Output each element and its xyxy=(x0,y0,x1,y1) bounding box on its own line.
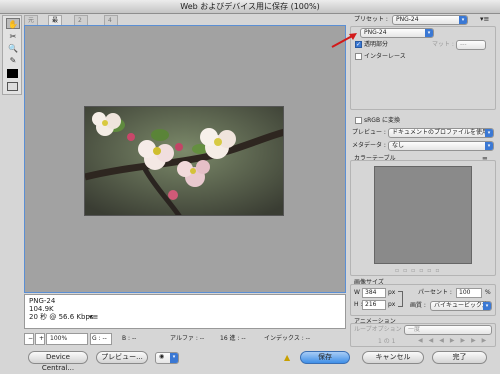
flower-photo xyxy=(85,107,283,215)
done-button[interactable]: 完了 xyxy=(432,351,487,364)
file-format-value: PNG-24 xyxy=(364,29,387,36)
percent-label: パーセント : xyxy=(418,289,452,296)
preview-profile-label: プレビュー : xyxy=(352,129,386,136)
loop-options-label: ループオプション : xyxy=(354,326,406,333)
info-file-size: 104.9K xyxy=(29,305,54,313)
preview-profile-select[interactable]: ドキュメントのプロファイルを使用 ▾ xyxy=(388,128,494,138)
metadata-value: なし xyxy=(392,142,405,149)
cancel-button[interactable]: キャンセル xyxy=(362,351,424,364)
percent-input[interactable]: 100 xyxy=(456,288,482,298)
color-table-grid[interactable] xyxy=(374,166,472,264)
eyedropper-color-swatch[interactable] xyxy=(7,69,18,78)
toolbox: ✋ ✂ 🔍 ✎ xyxy=(2,15,22,95)
readout-b: B : -- xyxy=(122,335,137,342)
preset-select[interactable]: PNG-24 ▾ xyxy=(392,15,468,25)
quality-select[interactable]: バイキュービック法 ▾ xyxy=(430,301,492,311)
preset-label: プリセット : xyxy=(354,16,388,23)
eyedropper-tool-icon[interactable]: ✎ xyxy=(6,55,20,66)
tab-original[interactable]: 元画像 xyxy=(24,15,39,44)
transparency-label: 透明部分 xyxy=(364,41,389,48)
optimize-menu-icon[interactable]: ▾≡ xyxy=(480,15,489,23)
zoom-level[interactable]: 100% xyxy=(46,333,88,345)
readout-hex: 16 進 : -- xyxy=(220,335,246,342)
browser-select[interactable]: ◉ ▾ xyxy=(155,352,179,364)
transparency-checkbox[interactable]: ✓ xyxy=(355,41,362,48)
interlace-checkbox[interactable] xyxy=(355,53,362,60)
settings-group xyxy=(350,26,496,110)
info-download-time: 20 秒 @ 56.6 Kbps xyxy=(29,313,94,321)
preview-image xyxy=(84,106,284,216)
loop-options-value: 一度 xyxy=(408,326,421,333)
height-input[interactable]: 216 xyxy=(362,300,386,310)
width-input[interactable]: 384 xyxy=(362,288,386,298)
readout-alpha: アルファ : -- xyxy=(170,335,205,342)
preset-value: PNG-24 xyxy=(396,16,419,23)
tab-4-up[interactable]: 4 アップ xyxy=(104,15,118,54)
zoom-in-button[interactable]: + xyxy=(35,333,45,345)
browser-icon: ◉ xyxy=(159,353,165,360)
optimization-info: PNG-24 104.9K 20 秒 @ 56.6 Kbps ▾≡ xyxy=(24,294,346,329)
toggle-slices-visibility-icon[interactable] xyxy=(7,82,18,91)
zoom-tool-icon[interactable]: 🔍 xyxy=(6,43,20,54)
interlace-label: インターレース xyxy=(364,53,406,60)
srgb-label: sRGB に変換 xyxy=(364,117,400,124)
window-title: Web およびデバイス用に保存 (100%) xyxy=(0,0,500,14)
info-menu-icon[interactable]: ▾≡ xyxy=(89,313,98,321)
metadata-label: メタデータ : xyxy=(352,142,386,149)
percent-unit: % xyxy=(485,289,491,296)
frame-counter: 1 の 1 xyxy=(378,338,396,345)
animation-playback-controls[interactable]: ◀◀◀▶▶▶▶ xyxy=(418,337,492,344)
hand-tool-icon[interactable]: ✋ xyxy=(6,18,20,29)
tab-2-up[interactable]: 2 アップ xyxy=(74,15,88,54)
preview-button[interactable]: プレビュー... xyxy=(96,351,148,364)
quality-label: 画質 : xyxy=(410,302,426,309)
readout-index: インデックス : -- xyxy=(264,335,310,342)
slice-select-tool-icon[interactable]: ✂ xyxy=(6,31,20,42)
constrain-proportions-link-icon[interactable] xyxy=(398,291,403,307)
status-bar: − + 100% G : -- B : -- アルファ : -- 16 進 : … xyxy=(24,333,346,346)
color-table-actions[interactable]: ▫▫▫▫▫▫ xyxy=(395,267,475,275)
matte-label: マット : xyxy=(432,41,454,48)
quality-value: バイキュービック法 xyxy=(434,302,489,309)
warning-icon: ▲ xyxy=(284,353,291,362)
preview-profile-value: ドキュメントのプロファイルを使用 xyxy=(392,129,489,136)
tab-optimized[interactable]: 最適化 xyxy=(48,15,63,44)
file-format-select[interactable]: PNG-24 ▾ xyxy=(360,28,434,38)
height-unit: px xyxy=(388,301,396,308)
readout-g: G : -- xyxy=(92,335,107,342)
zoom-out-button[interactable]: − xyxy=(24,333,34,345)
save-button[interactable]: 保存 xyxy=(300,351,350,364)
srgb-checkbox[interactable] xyxy=(355,117,362,124)
metadata-select[interactable]: なし ▾ xyxy=(388,141,494,151)
device-central-button[interactable]: Device Central... xyxy=(28,351,88,372)
info-format: PNG-24 xyxy=(29,297,56,305)
matte-select[interactable]: --- xyxy=(456,40,486,50)
loop-options-select[interactable]: 一度 xyxy=(404,325,492,335)
width-unit: px xyxy=(388,289,396,296)
matte-value: --- xyxy=(460,41,467,48)
